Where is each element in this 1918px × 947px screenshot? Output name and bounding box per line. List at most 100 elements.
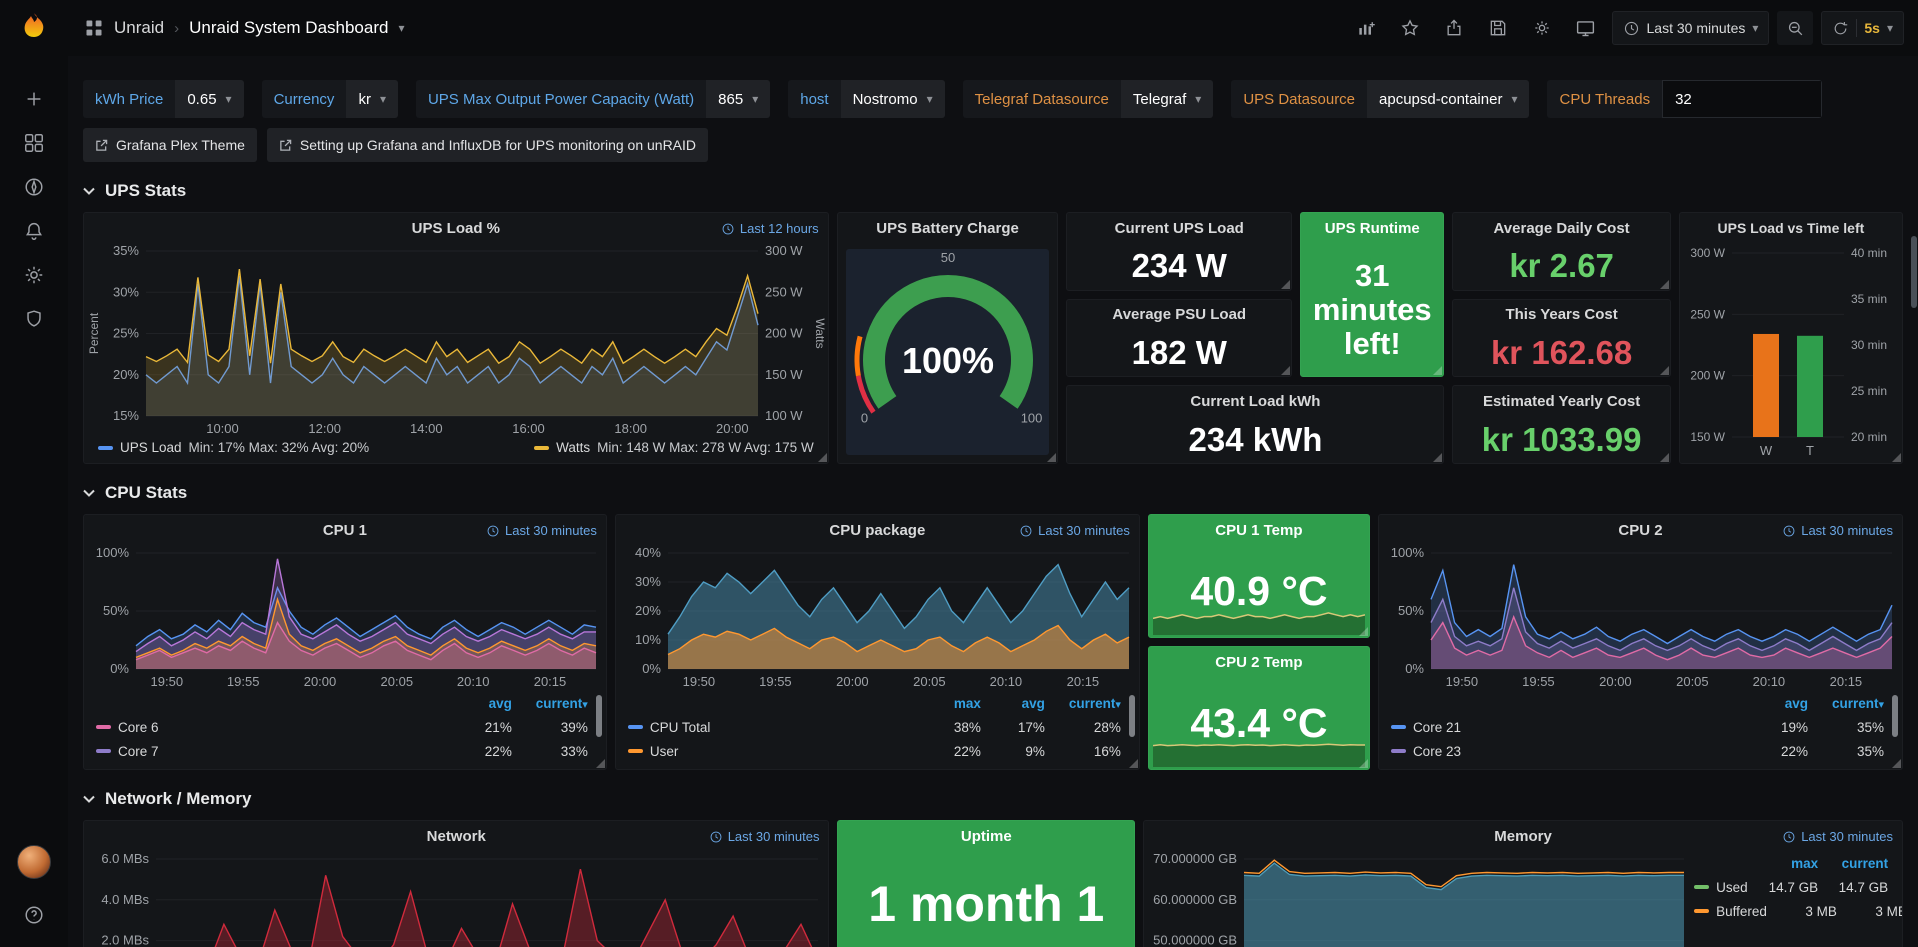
legend-item-watts[interactable]: Watts Min: 148 W Max: 278 W Avg: 175 W bbox=[534, 440, 814, 455]
legend-scrollbar[interactable] bbox=[1892, 695, 1898, 737]
refresh-picker[interactable]: 5s ▾ bbox=[1821, 11, 1904, 45]
cpu2-chart[interactable]: 100%50%0%19:5019:5520:0020:0520:1020:15 bbox=[1379, 545, 1902, 691]
legend-label[interactable]: Core 21 bbox=[1391, 720, 1744, 735]
variable-ups-max-output[interactable]: UPS Max Output Power Capacity (Watt) 865… bbox=[416, 80, 770, 118]
configuration-gear-icon[interactable] bbox=[12, 253, 56, 297]
panel-title[interactable]: UPS Battery Charge bbox=[876, 220, 1019, 237]
cpu1-chart[interactable]: 100%50%0%19:5019:5520:0020:0520:1020:15 bbox=[84, 545, 606, 691]
link-grafana-plex-theme[interactable]: Grafana Plex Theme bbox=[83, 128, 257, 162]
panel-time-badge[interactable]: Last 12 hours bbox=[721, 221, 819, 236]
link-ups-monitoring-guide[interactable]: Setting up Grafana and InfluxDB for UPS … bbox=[267, 128, 708, 162]
legend-label[interactable]: Core 6 bbox=[96, 720, 448, 735]
panel-title[interactable]: Estimated Yearly Cost bbox=[1483, 393, 1640, 410]
legend-label[interactable]: User bbox=[628, 744, 917, 759]
cpu-threads-input[interactable] bbox=[1662, 80, 1822, 118]
memory-chart[interactable]: 70.000000 GB60.000000 GB50.000000 GB40.0… bbox=[1144, 851, 1694, 947]
panel-title[interactable]: CPU 2 bbox=[1618, 522, 1662, 539]
panel-title[interactable]: CPU 1 Temp bbox=[1215, 522, 1302, 539]
panel-resize-handle[interactable] bbox=[1660, 366, 1669, 375]
panel-resize-handle[interactable] bbox=[1433, 366, 1442, 375]
panel-resize-handle[interactable] bbox=[1359, 627, 1368, 636]
legend-label[interactable]: Core 23 bbox=[1391, 744, 1744, 759]
panel-resize-handle[interactable] bbox=[1660, 453, 1669, 462]
panel-resize-handle[interactable] bbox=[1892, 759, 1901, 768]
panel-title[interactable]: Average Daily Cost bbox=[1494, 220, 1630, 237]
legend-label[interactable]: CPU Total bbox=[628, 720, 917, 735]
panel-resize-handle[interactable] bbox=[596, 759, 605, 768]
dashboards-icon[interactable] bbox=[12, 121, 56, 165]
server-admin-shield-icon[interactable] bbox=[12, 297, 56, 341]
section-header-cpu-stats[interactable]: CPU Stats bbox=[83, 478, 1903, 508]
save-dashboard-button[interactable] bbox=[1480, 11, 1516, 45]
legend-header-avg[interactable]: avg bbox=[1744, 696, 1808, 711]
legend-header-max[interactable]: max bbox=[917, 696, 981, 711]
legend-scrollbar[interactable] bbox=[1129, 695, 1135, 737]
panel-resize-handle[interactable] bbox=[1359, 759, 1368, 768]
panel-time-badge[interactable]: Last 30 minutes bbox=[486, 523, 597, 538]
panel-time-badge[interactable]: Last 30 minutes bbox=[1782, 523, 1893, 538]
ups-load-chart[interactable]: 35%300 W30%250 W25%200 W20%150 W15%100 W… bbox=[84, 243, 828, 438]
panel-title[interactable]: Network bbox=[427, 828, 486, 845]
panel-resize-handle[interactable] bbox=[1129, 759, 1138, 768]
panel-time-badge[interactable]: Last 30 minutes bbox=[1782, 829, 1893, 844]
panel-title[interactable]: Current UPS Load bbox=[1115, 220, 1244, 237]
time-range-picker[interactable]: Last 30 minutes ▾ bbox=[1612, 11, 1770, 45]
panel-title[interactable]: Uptime bbox=[961, 828, 1012, 845]
variable-telegraf-datasource[interactable]: Telegraf Datasource Telegraf▾ bbox=[963, 80, 1214, 118]
panel-title[interactable]: CPU package bbox=[829, 522, 925, 539]
panel-title[interactable]: CPU 2 Temp bbox=[1215, 654, 1302, 671]
panel-title[interactable]: Memory bbox=[1494, 828, 1552, 845]
legend-header-current[interactable]: current▾ bbox=[512, 696, 588, 711]
help-icon[interactable] bbox=[12, 893, 56, 937]
panel-title[interactable]: This Years Cost bbox=[1505, 306, 1617, 323]
panel-title[interactable]: UPS Runtime bbox=[1325, 220, 1420, 237]
network-chart[interactable]: 6.0 MBs4.0 MBs2.0 MBs0 B-2.0 MBs-4.0 MBs bbox=[84, 851, 828, 947]
kiosk-monitor-button[interactable] bbox=[1568, 11, 1604, 45]
share-dashboard-button[interactable] bbox=[1436, 11, 1472, 45]
apps-grid-icon[interactable] bbox=[84, 18, 104, 38]
section-header-network-memory[interactable]: Network / Memory bbox=[83, 784, 1903, 814]
variable-kwh-price[interactable]: kWh Price 0.65▾ bbox=[83, 80, 244, 118]
panel-time-badge[interactable]: Last 30 minutes bbox=[1019, 523, 1130, 538]
legend-header-current[interactable]: current bbox=[1818, 856, 1888, 871]
cpu-package-chart[interactable]: 40%30%20%10%0%19:5019:5520:0020:0520:102… bbox=[616, 545, 1139, 691]
breadcrumb-app[interactable]: Unraid bbox=[114, 18, 164, 38]
panel-resize-handle[interactable] bbox=[818, 453, 827, 462]
scrollbar-thumb[interactable] bbox=[1911, 236, 1917, 308]
panel-resize-handle[interactable] bbox=[1433, 453, 1442, 462]
legend-header-current[interactable]: current▾ bbox=[1045, 696, 1121, 711]
variable-ups-datasource[interactable]: UPS Datasource apcupsd-container▾ bbox=[1231, 80, 1529, 118]
variable-currency[interactable]: Currency kr▾ bbox=[262, 80, 398, 118]
alerting-bell-icon[interactable] bbox=[12, 209, 56, 253]
panel-title[interactable]: UPS Load vs Time left bbox=[1718, 220, 1865, 236]
panel-title[interactable]: Average PSU Load bbox=[1112, 306, 1246, 323]
add-icon[interactable] bbox=[12, 77, 56, 121]
legend-header-max[interactable]: max bbox=[1748, 856, 1818, 871]
panel-title[interactable]: Current Load kWh bbox=[1190, 393, 1320, 410]
legend-header-current[interactable]: current▾ bbox=[1808, 696, 1884, 711]
panel-resize-handle[interactable] bbox=[1281, 366, 1290, 375]
battery-gauge[interactable]: 050100100% bbox=[846, 249, 1050, 455]
user-avatar[interactable] bbox=[17, 845, 51, 879]
section-header-ups-stats[interactable]: UPS Stats bbox=[83, 176, 1903, 206]
panel-resize-handle[interactable] bbox=[1281, 280, 1290, 289]
load-vs-time-chart[interactable]: 300 W250 W200 W150 W40 min35 min30 min25… bbox=[1680, 243, 1902, 463]
panel-resize-handle[interactable] bbox=[1047, 453, 1056, 462]
legend-header-avg[interactable]: avg bbox=[448, 696, 512, 711]
dashboard-title[interactable]: Unraid System Dashboard bbox=[189, 18, 388, 38]
panel-resize-handle[interactable] bbox=[1660, 280, 1669, 289]
legend-item-ups-load[interactable]: UPS Load Min: 17% Max: 32% Avg: 20% bbox=[98, 440, 369, 455]
page-scrollbar[interactable] bbox=[1910, 56, 1918, 947]
add-panel-button[interactable] bbox=[1348, 11, 1384, 45]
variable-host[interactable]: host Nostromo▾ bbox=[788, 80, 944, 118]
panel-time-badge[interactable]: Last 30 minutes bbox=[709, 829, 820, 844]
panel-title[interactable]: CPU 1 bbox=[323, 522, 367, 539]
dashboard-settings-gear-button[interactable] bbox=[1524, 11, 1560, 45]
panel-title[interactable]: UPS Load % bbox=[412, 220, 500, 237]
legend-label[interactable]: Used bbox=[1694, 880, 1748, 895]
panel-resize-handle[interactable] bbox=[1892, 453, 1901, 462]
legend-scrollbar[interactable] bbox=[596, 695, 602, 737]
legend-label[interactable]: Core 7 bbox=[96, 744, 448, 759]
star-dashboard-button[interactable] bbox=[1392, 11, 1428, 45]
title-caret-icon[interactable]: ▾ bbox=[398, 21, 404, 35]
